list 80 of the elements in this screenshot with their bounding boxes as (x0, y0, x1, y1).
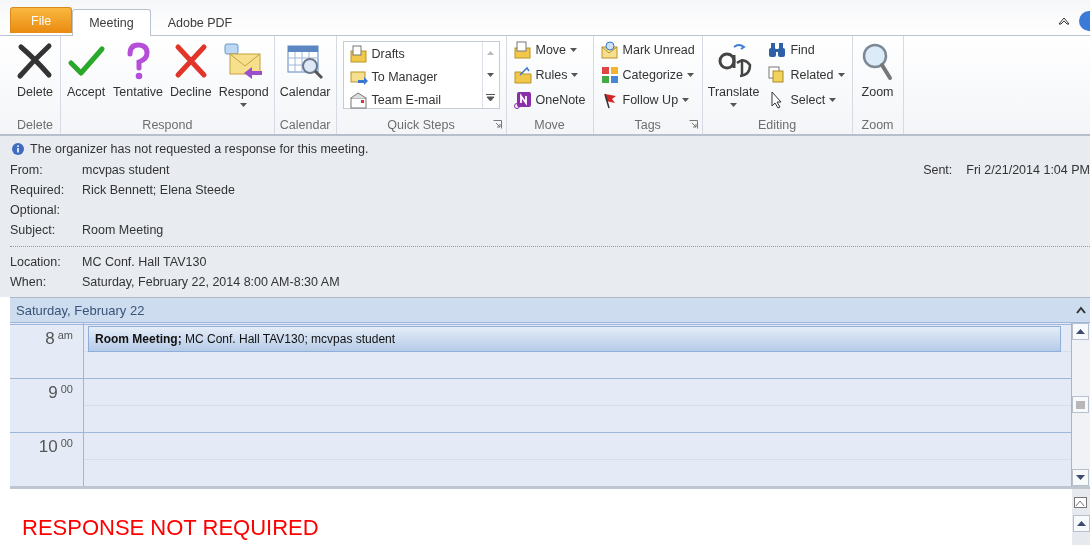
ribbon-button[interactable]: Calendar (276, 39, 334, 115)
ribbon-button[interactable]: Follow Up (598, 90, 697, 110)
field-value: Room Meeting (82, 223, 164, 237)
picture-frame-icon (1074, 495, 1088, 509)
ribbon-button[interactable]: Accept (63, 39, 109, 115)
quick-step-item[interactable]: Drafts (347, 44, 478, 64)
caret-icon (571, 73, 579, 77)
group-label: Quick Steps (387, 117, 455, 132)
folder-icon (513, 66, 532, 84)
caret-icon (570, 48, 578, 52)
field-label: When: (10, 275, 48, 289)
field-value: Fri 2/21/2014 1:04 PM (966, 163, 1090, 177)
group-label: Respond (142, 117, 193, 132)
caret-icon (837, 73, 845, 77)
binoculars-icon (768, 41, 787, 59)
group-label: Move (534, 117, 565, 132)
ribbon-button[interactable]: Delete (12, 39, 58, 115)
ribbon-tab[interactable]: Meeting (72, 9, 151, 36)
ribbon-button[interactable]: Rules (511, 65, 588, 85)
group-label: Editing (758, 117, 797, 132)
field-label: Optional: (10, 203, 62, 217)
ribbon-button[interactable]: Decline (167, 39, 215, 115)
scroll-up-icon (487, 51, 494, 55)
group-label: Calendar (279, 117, 331, 132)
message-body-text: RESPONSE NOT REQUIRED (22, 515, 319, 540)
field-value: Saturday, February 22, 2014 8:00 AM-8:30 AM (82, 275, 340, 289)
expand-icon (486, 93, 495, 101)
time-suffix: 00 (60, 437, 73, 449)
ribbon-button[interactable]: Move (511, 40, 588, 60)
field-label: Location: (10, 255, 62, 269)
ribbon-button[interactable]: Zoom (854, 39, 901, 115)
field-value: Rick Bennett; Elena Steede (82, 183, 235, 197)
hour-label: 10 (38, 437, 58, 457)
info-message: The organizer has not requested a response for this meeting. (30, 142, 369, 156)
folder-icon (513, 41, 532, 59)
quick-step-item[interactable]: Team E-mail (347, 90, 478, 110)
notebook-icon (513, 91, 532, 109)
documents-icon (768, 66, 787, 84)
caret-icon (240, 103, 248, 107)
field-value: mcvpas student (82, 163, 170, 177)
ribbon-button[interactable]: Mark Unread (598, 40, 697, 60)
time-suffix: 00 (60, 383, 73, 395)
caret-icon (687, 73, 694, 77)
ribbon-button[interactable]: Translate (704, 39, 763, 115)
collapse-ribbon-icon (1058, 16, 1070, 26)
dialog-launcher-icon (492, 120, 502, 129)
caret-icon (730, 103, 738, 107)
group-label: Zoom (861, 117, 894, 132)
ribbon-button[interactable]: Related (766, 65, 847, 85)
ribbon-button[interactable]: OneNote (511, 90, 588, 110)
group-label: Tags (634, 117, 661, 132)
calendar-date: Saturday, February 22 (16, 302, 145, 318)
ribbon-button[interactable]: Categorize (598, 65, 697, 85)
time-suffix: am (57, 329, 73, 341)
ribbon-tab[interactable]: Adobe PDF (150, 9, 250, 36)
folder-icon (349, 45, 368, 63)
hour-label: 9 (48, 383, 58, 403)
caret-icon (829, 98, 837, 102)
dialog-launcher-icon (688, 120, 698, 129)
hour-label: 8 (45, 329, 55, 349)
ribbon-button[interactable]: Select (766, 90, 847, 110)
envelope-icon (600, 41, 619, 59)
color-squares-icon (600, 66, 619, 84)
quick-step-item[interactable]: To Manager (347, 67, 478, 87)
field-label: Sent: (923, 163, 953, 177)
field-value: MC Conf. Hall TAV130 (82, 255, 207, 269)
caret-icon (682, 98, 690, 102)
ribbon-button[interactable]: Tentative (110, 39, 167, 115)
scroll-down-icon (487, 73, 494, 77)
group-label: Delete (16, 117, 54, 132)
envelope-icon (349, 68, 368, 86)
field-label: Subject: (10, 223, 57, 237)
envelope-icon (223, 41, 264, 81)
ribbon-button[interactable]: Find (766, 40, 847, 60)
appointment[interactable]: Room Meeting; MC Conf. Hall TAV130; mcvpas student (88, 326, 1061, 352)
ribbon-button[interactable]: Respond (215, 39, 272, 115)
field-label: Required: (10, 183, 66, 197)
field-label: From: (10, 163, 44, 177)
collapse-icon (1076, 306, 1086, 314)
info-icon (12, 143, 24, 155)
